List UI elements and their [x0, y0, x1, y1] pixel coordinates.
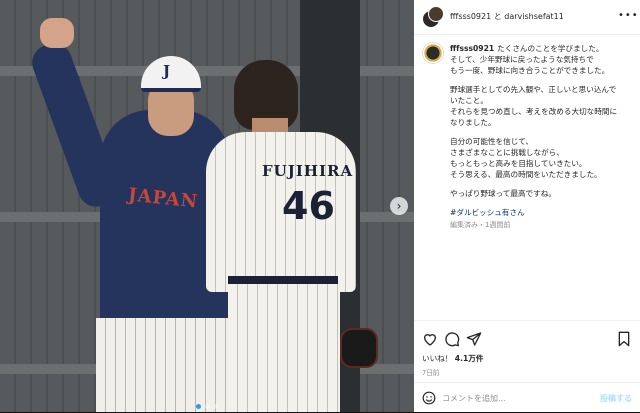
- caption-paragraph-3: 自分の可能性を信じて、 さまざまなことに挑戦しながら、 もっともっと高みを目指し…: [450, 137, 602, 179]
- heart-icon[interactable]: [422, 331, 438, 347]
- comment-bar: 投稿する: [414, 382, 640, 413]
- more-horizontal-icon[interactable]: •••: [618, 10, 639, 21]
- caption-line-2: そして、少年野球に戻ったような気持ちで もう一度、野球に向き合うことができました…: [450, 55, 610, 75]
- post-header: fffsss0921 と darvishsefat11 •••: [414, 0, 640, 35]
- post-age: 7日前: [422, 369, 440, 377]
- caption-username[interactable]: fffsss0921: [450, 44, 494, 53]
- carousel-next-button[interactable]: ›: [390, 197, 408, 215]
- carousel-dot-active: [195, 404, 201, 409]
- hashtag-link[interactable]: #ダルビッシュ有さん: [450, 208, 525, 217]
- carousel-dot: [204, 404, 210, 409]
- caption: fffsss0921 たくさんのことを学びました。 そして、少年野球に戻ったような…: [450, 43, 632, 239]
- bookmark-icon[interactable]: [616, 331, 632, 347]
- cap-logo: J: [163, 62, 171, 80]
- raised-hand: [40, 18, 74, 48]
- caption-paragraph-4: やっぱり野球って最高ですね。: [450, 189, 556, 198]
- striped-pants-2: [228, 284, 340, 412]
- emoji-icon[interactable]: [422, 391, 436, 405]
- caption-paragraph-2: 野球選手としての先入観や、正しいと思い込んで いたこと。 それらを見つめ直し、考…: [450, 85, 618, 127]
- comment-icon[interactable]: [444, 331, 460, 347]
- avatar: [428, 6, 444, 22]
- post-comment-button[interactable]: 投稿する: [600, 393, 632, 404]
- carousel-dot: [213, 404, 219, 409]
- belt: [228, 276, 338, 284]
- caption-line-1: たくさんのことを学びました。: [497, 44, 604, 53]
- likes-label: いいね！: [422, 354, 453, 363]
- header-usernames[interactable]: fffsss0921 と darvishsefat11: [450, 11, 564, 22]
- post-photo[interactable]: J JAPAN FUJIHIRA 46 ›: [0, 0, 414, 412]
- caption-avatar[interactable]: [422, 42, 444, 64]
- jersey-name: FUJIHIRA: [262, 162, 354, 180]
- likes-number: 4.1万件: [454, 354, 484, 363]
- baseball-glove: [340, 328, 378, 368]
- carousel-dots: [0, 394, 414, 412]
- jersey-number: 46: [282, 184, 335, 228]
- comment-input[interactable]: [442, 389, 582, 407]
- share-icon[interactable]: [466, 331, 482, 347]
- post-side-panel: fffsss0921 と darvishsefat11 ••• fffsss09…: [414, 0, 640, 412]
- collab-avatars[interactable]: [422, 6, 444, 28]
- likes-count[interactable]: いいね！ 4.1万件: [422, 353, 483, 364]
- caption-meta: 編集済み・1週間前: [450, 221, 511, 229]
